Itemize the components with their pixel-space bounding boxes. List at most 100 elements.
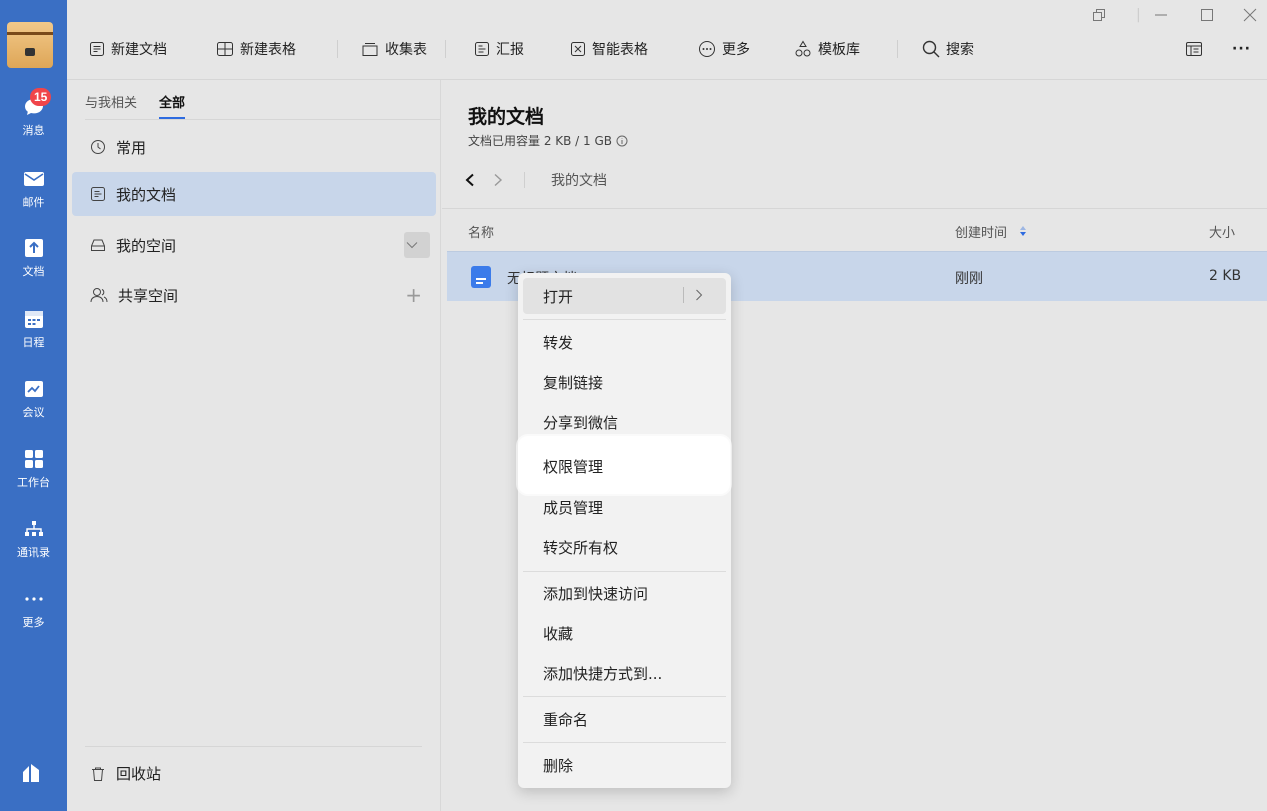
sidebar-item-my-docs[interactable]: 我的文档 — [72, 172, 436, 216]
contacts-org-icon — [23, 518, 45, 540]
column-header-name[interactable]: 名称 — [468, 222, 494, 241]
calendar-icon — [23, 308, 45, 330]
pin-window-icon[interactable] — [1092, 4, 1106, 26]
submenu-divider — [683, 287, 684, 303]
app-home-icon[interactable] — [20, 762, 44, 788]
header-divider — [442, 208, 1267, 209]
doc-icon — [89, 41, 105, 57]
rail-label: 日程 — [23, 334, 45, 350]
smart-sheet-label: 智能表格 — [592, 39, 648, 59]
trash-icon — [90, 766, 106, 782]
sidebar-item-frequent[interactable]: 常用 — [72, 125, 436, 169]
user-avatar[interactable] — [7, 22, 53, 68]
rail-label: 更多 — [23, 614, 45, 630]
more-label: 更多 — [722, 39, 750, 59]
app-rail: 15 消息 邮件 文档 日程 会议 工作台 通讯录 — [0, 0, 67, 811]
rail-item-contacts[interactable]: 通讯录 — [0, 518, 67, 578]
doc-icon — [90, 186, 106, 202]
menu-item-add-quick-access[interactable]: 添加到快速访问 — [518, 573, 731, 613]
page-title: 我的文档 — [468, 102, 544, 129]
toolbar-divider — [337, 40, 338, 58]
new-doc-button[interactable]: 新建文档 — [89, 36, 167, 62]
toolbar-divider — [897, 40, 898, 58]
rail-item-calendar[interactable]: 日程 — [0, 308, 67, 368]
breadcrumb-divider — [524, 172, 525, 188]
more-dots-icon — [23, 588, 45, 610]
menu-item-delete[interactable]: 删除 — [518, 745, 731, 785]
menu-item-copy-link[interactable]: 复制链接 — [518, 362, 731, 402]
info-icon[interactable] — [616, 135, 628, 147]
people-icon — [90, 287, 108, 303]
minimize-icon[interactable] — [1154, 4, 1168, 26]
menu-divider — [523, 696, 726, 697]
rail-item-messages[interactable]: 15 消息 — [0, 96, 67, 156]
shapes-icon — [794, 40, 812, 58]
menu-item-open[interactable]: 打开 — [523, 278, 726, 314]
column-created-label: 创建时间 — [955, 226, 1007, 241]
collect-label: 收集表 — [385, 39, 427, 59]
overflow-menu-button[interactable]: ··· — [1232, 36, 1251, 62]
search-icon — [922, 40, 940, 58]
add-space-plus-icon[interactable]: + — [405, 283, 422, 307]
template-library-button[interactable]: 模板库 — [794, 36, 860, 62]
more-button[interactable]: 更多 — [698, 36, 750, 62]
rail-item-more[interactable]: 更多 — [0, 588, 67, 648]
collect-form-button[interactable]: 收集表 — [361, 36, 427, 62]
tab-all[interactable]: 全部 — [159, 92, 185, 120]
report-button[interactable]: 汇报 — [474, 36, 524, 62]
menu-item-favorite[interactable]: 收藏 — [518, 613, 731, 653]
column-header-size[interactable]: 大小 — [1209, 222, 1235, 241]
rail-item-mail[interactable]: 邮件 — [0, 168, 67, 228]
menu-item-forward[interactable]: 转发 — [518, 322, 731, 362]
storage-usage: 文档已用容量 2 KB / 1 GB — [468, 132, 628, 149]
menu-item-permission-label: 权限管理 — [543, 456, 603, 477]
sidebar-item-shared-space[interactable]: 共享空间 + — [72, 273, 436, 317]
new-sheet-button[interactable]: 新建表格 — [216, 36, 296, 62]
trash-label: 回收站 — [116, 763, 161, 784]
rail-item-docs[interactable]: 文档 — [0, 237, 67, 297]
menu-item-add-shortcut[interactable]: 添加快捷方式到... — [518, 653, 731, 693]
menu-item-rename[interactable]: 重命名 — [518, 699, 731, 739]
file-size: 2 KB — [1209, 268, 1241, 284]
top-toolbar: | 新建文档 新建表格 收集表 汇报 智能表格 更多 模板库 搜索 — [67, 0, 1267, 80]
clock-icon — [90, 139, 106, 155]
sort-icon[interactable] — [1019, 225, 1027, 237]
rail-label: 通讯录 — [17, 544, 50, 560]
menu-item-open-label: 打开 — [543, 286, 573, 307]
menu-divider — [523, 742, 726, 743]
expand-chevron-button[interactable] — [404, 232, 430, 258]
maximize-icon[interactable] — [1200, 4, 1214, 26]
menu-item-transfer-ownership[interactable]: 转交所有权 — [518, 527, 731, 567]
doc-file-icon — [470, 265, 492, 289]
chevron-down-icon — [406, 241, 418, 249]
report-icon — [474, 41, 490, 57]
search-button[interactable]: 搜索 — [922, 36, 974, 62]
chevron-right-icon[interactable] — [695, 289, 703, 301]
breadcrumb-current[interactable]: 我的文档 — [551, 170, 607, 190]
forward-arrow-icon[interactable] — [492, 173, 504, 187]
smart-sheet-button[interactable]: 智能表格 — [570, 36, 648, 62]
collect-box-icon — [361, 41, 379, 57]
rail-label: 邮件 — [23, 194, 45, 210]
sidebar-item-label: 我的文档 — [116, 184, 176, 205]
sidebar-item-trash[interactable]: 回收站 — [90, 763, 161, 784]
new-sheet-label: 新建表格 — [240, 39, 296, 59]
rail-item-meeting[interactable]: 会议 — [0, 378, 67, 438]
menu-item-permission-management[interactable]: 权限管理 — [518, 436, 730, 494]
sidebar-bottom-divider — [85, 746, 422, 747]
file-created: 刚刚 — [955, 268, 983, 288]
layout-toggle-icon[interactable] — [1185, 36, 1209, 62]
rail-item-workbench[interactable]: 工作台 — [0, 448, 67, 508]
workbench-grid-icon — [23, 448, 45, 470]
sidebar-item-label: 共享空间 — [118, 285, 178, 306]
sidebar-tabs: 与我相关 全部 — [85, 92, 185, 120]
templates-label: 模板库 — [818, 39, 860, 59]
column-header-created[interactable]: 创建时间 — [955, 222, 1027, 241]
new-doc-label: 新建文档 — [111, 39, 167, 59]
back-arrow-icon[interactable] — [464, 173, 476, 187]
tab-related[interactable]: 与我相关 — [85, 92, 137, 120]
window-divider: | — [1136, 4, 1141, 26]
sidebar-item-label: 我的空间 — [116, 235, 176, 256]
sidebar-item-my-space[interactable]: 我的空间 — [72, 223, 436, 267]
close-icon[interactable] — [1243, 4, 1257, 26]
